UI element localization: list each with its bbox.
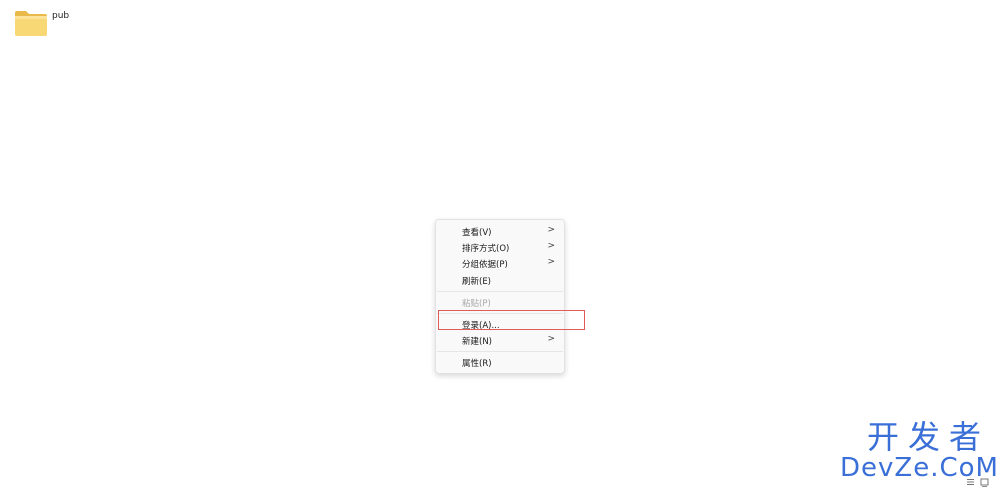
chevron-right-icon: > [547,225,555,235]
menu-item-label: 新建(N) [462,337,492,347]
view-toggle [962,478,992,488]
desktop[interactable]: pub 查看(V) > 排序方式(O) > 分组依据(P) > 刷新(E) 粘贴… [0,0,1000,489]
context-menu: 查看(V) > 排序方式(O) > 分组依据(P) > 刷新(E) 粘贴(P) … [435,219,565,374]
menu-item-new[interactable]: 新建(N) > [436,333,564,348]
menu-item-label: 排序方式(O) [462,244,510,254]
folder-icon [15,11,47,36]
menu-item-sort-by[interactable]: 排序方式(O) > [436,240,564,255]
details-view-icon[interactable] [966,478,975,487]
menu-item-properties[interactable]: 属性(R) [436,355,564,370]
menu-separator [437,291,563,292]
large-icons-view-icon[interactable] [980,478,989,487]
menu-item-label: 查看(V) [462,228,492,238]
highlight-annotation [438,310,585,330]
menu-item-label: 刷新(E) [462,277,492,287]
watermark-logo: 开发者 DevZe.CoM [840,418,998,482]
menu-item-view[interactable]: 查看(V) > [436,224,564,239]
chevron-right-icon: > [547,241,555,251]
menu-item-group-by[interactable]: 分组依据(P) > [436,256,564,271]
menu-item-refresh[interactable]: 刷新(E) [436,273,564,288]
folder-pub[interactable]: pub [14,9,78,39]
folder-label: pub [52,11,70,21]
menu-item-label: 属性(R) [462,359,492,369]
menu-item-label: 粘贴(P) [462,299,491,309]
chevron-right-icon: > [547,334,555,344]
menu-item-paste: 粘贴(P) [436,295,564,310]
chevron-right-icon: > [547,257,555,267]
watermark-line1: 开发者 [866,418,990,456]
menu-separator [437,351,563,352]
menu-item-label: 分组依据(P) [462,260,508,270]
